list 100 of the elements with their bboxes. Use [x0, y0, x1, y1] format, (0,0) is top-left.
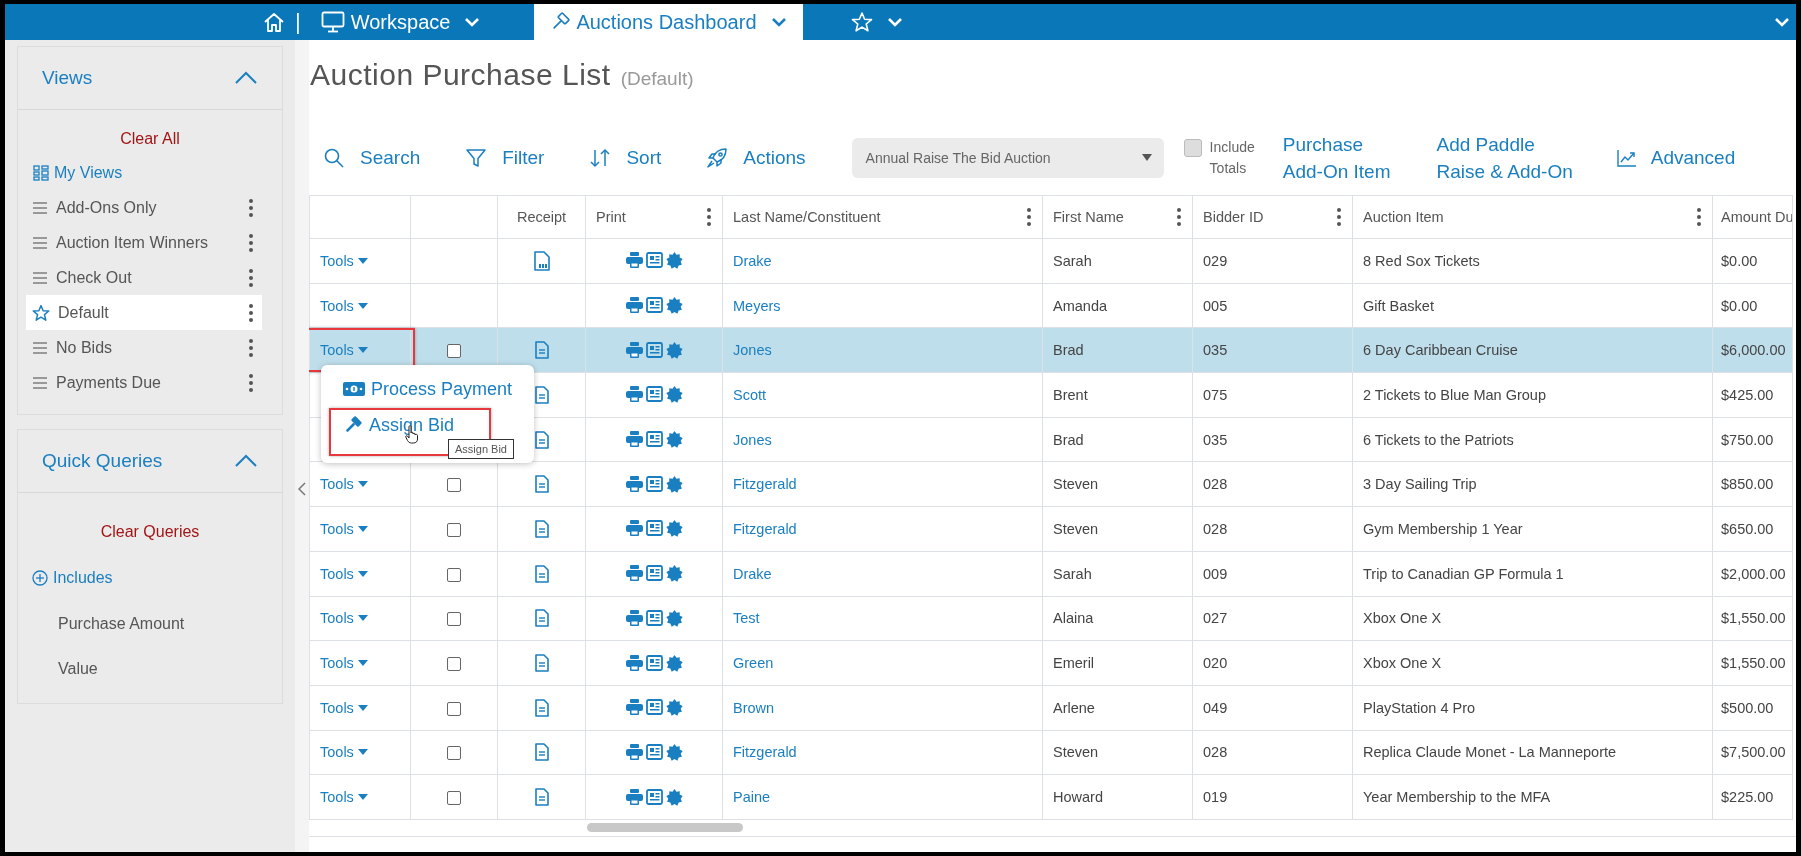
tools-dropdown[interactable]: Tools [320, 342, 368, 359]
printer-icon[interactable] [625, 654, 643, 671]
constituent-link[interactable]: Fitzgerald [733, 744, 797, 761]
newspaper-icon[interactable] [645, 520, 663, 537]
toolbar-link[interactable]: Purchase Add-On Item [1282, 130, 1391, 185]
more-options-icon[interactable] [248, 302, 254, 323]
checkbox[interactable] [447, 746, 461, 761]
document-icon[interactable] [534, 743, 549, 762]
view-item[interactable]: Default [26, 295, 262, 330]
chevron-up-icon[interactable] [234, 454, 258, 468]
more-options-icon[interactable] [248, 232, 254, 253]
badge-icon[interactable] [665, 341, 683, 359]
printer-icon[interactable] [625, 565, 643, 582]
printer-icon[interactable] [625, 699, 643, 716]
tools-dropdown[interactable]: Tools [320, 789, 368, 806]
badge-icon[interactable] [665, 699, 683, 717]
scrollbar-thumb[interactable] [587, 822, 743, 832]
newspaper-icon[interactable] [645, 431, 663, 448]
tools-dropdown[interactable]: Tools [320, 610, 368, 627]
nav-tab[interactable]: Auctions Dashboard [534, 4, 803, 40]
more-options-icon[interactable] [1176, 207, 1182, 227]
advanced-link[interactable]: Advanced [1650, 146, 1736, 169]
constituent-link[interactable]: Meyers [733, 297, 781, 314]
checkbox[interactable] [447, 523, 461, 538]
newspaper-icon[interactable] [645, 565, 663, 582]
tools-dropdown[interactable]: Tools [320, 476, 368, 493]
clear-all-link[interactable]: Clear All [18, 110, 282, 156]
tools-dropdown[interactable]: Tools [320, 297, 368, 314]
view-item[interactable]: No Bids [26, 330, 262, 365]
newspaper-icon[interactable] [645, 654, 663, 671]
badge-icon[interactable] [665, 565, 683, 583]
badge-icon[interactable] [665, 788, 683, 806]
badge-icon[interactable] [665, 297, 683, 315]
sort-button[interactable]: Sort [590, 146, 662, 169]
document-icon[interactable] [534, 519, 549, 538]
more-options-icon[interactable] [1026, 207, 1032, 227]
menu-item[interactable]: Process Payment [321, 371, 534, 407]
printer-icon[interactable] [625, 252, 643, 269]
printer-icon[interactable] [625, 475, 643, 492]
checkbox[interactable] [447, 701, 461, 716]
newspaper-icon[interactable] [645, 743, 663, 760]
newspaper-icon[interactable] [645, 297, 663, 314]
badge-icon[interactable] [665, 654, 683, 672]
tools-dropdown[interactable]: Tools [320, 252, 368, 269]
more-options-icon[interactable] [248, 197, 254, 218]
checkbox[interactable] [447, 612, 461, 627]
printer-icon[interactable] [625, 431, 643, 448]
more-options-icon[interactable] [248, 267, 254, 288]
checkbox[interactable] [1183, 138, 1202, 157]
constituent-link[interactable]: Fitzgerald [733, 520, 797, 537]
tools-dropdown[interactable]: Tools [320, 565, 368, 582]
constituent-link[interactable]: Scott [733, 386, 767, 403]
newspaper-icon[interactable] [645, 252, 663, 269]
document-icon[interactable] [534, 564, 549, 583]
document-icon[interactable] [534, 430, 549, 449]
toolbar-link[interactable]: Add Paddle Raise & Add-On [1436, 130, 1573, 185]
constituent-link[interactable]: Drake [733, 252, 772, 269]
printer-icon[interactable] [625, 520, 643, 537]
printer-icon[interactable] [625, 788, 643, 805]
constituent-link[interactable]: Paine [733, 789, 771, 806]
plus-circle-icon[interactable] [32, 570, 48, 586]
constituent-link[interactable]: Jones [733, 431, 772, 448]
newspaper-icon[interactable] [645, 386, 663, 403]
badge-icon[interactable] [665, 475, 683, 493]
badge-icon[interactable] [665, 431, 683, 449]
query-item[interactable]: Value [18, 646, 282, 691]
includes-link[interactable]: Includes [53, 569, 113, 587]
printer-icon[interactable] [625, 609, 643, 626]
document-icon[interactable] [534, 698, 549, 717]
constituent-link[interactable]: Test [733, 610, 760, 627]
checkbox[interactable] [447, 791, 461, 806]
more-options-icon[interactable] [248, 372, 254, 393]
more-options-icon[interactable] [1696, 207, 1702, 227]
tools-dropdown[interactable]: Tools [320, 744, 368, 761]
newspaper-icon[interactable] [645, 609, 663, 626]
pdf-file-icon[interactable] [532, 250, 551, 271]
checkbox[interactable] [447, 478, 461, 493]
printer-icon[interactable] [625, 297, 643, 314]
home-icon[interactable] [263, 11, 285, 33]
more-options-icon[interactable] [1336, 207, 1342, 227]
document-icon[interactable] [534, 609, 549, 628]
badge-icon[interactable] [665, 609, 683, 627]
clear-queries-link[interactable]: Clear Queries [18, 493, 282, 555]
constituent-link[interactable]: Brown [733, 699, 775, 716]
search-button[interactable]: Search [324, 146, 421, 169]
auction-dropdown[interactable]: Annual Raise The Bid Auction [851, 137, 1164, 178]
constituent-link[interactable]: Jones [733, 342, 772, 359]
checkbox[interactable] [447, 567, 461, 582]
chevron-down-icon[interactable] [1774, 17, 1790, 27]
constituent-link[interactable]: Fitzgerald [733, 476, 797, 493]
newspaper-icon[interactable] [645, 341, 663, 358]
badge-icon[interactable] [665, 252, 683, 270]
badge-icon[interactable] [665, 386, 683, 404]
document-icon[interactable] [534, 788, 549, 807]
newspaper-icon[interactable] [645, 475, 663, 492]
document-icon[interactable] [534, 385, 549, 404]
tools-dropdown[interactable]: Tools [320, 655, 368, 672]
my-views-link[interactable]: My Views [54, 164, 123, 182]
printer-icon[interactable] [625, 743, 643, 760]
checkbox[interactable] [447, 344, 461, 359]
